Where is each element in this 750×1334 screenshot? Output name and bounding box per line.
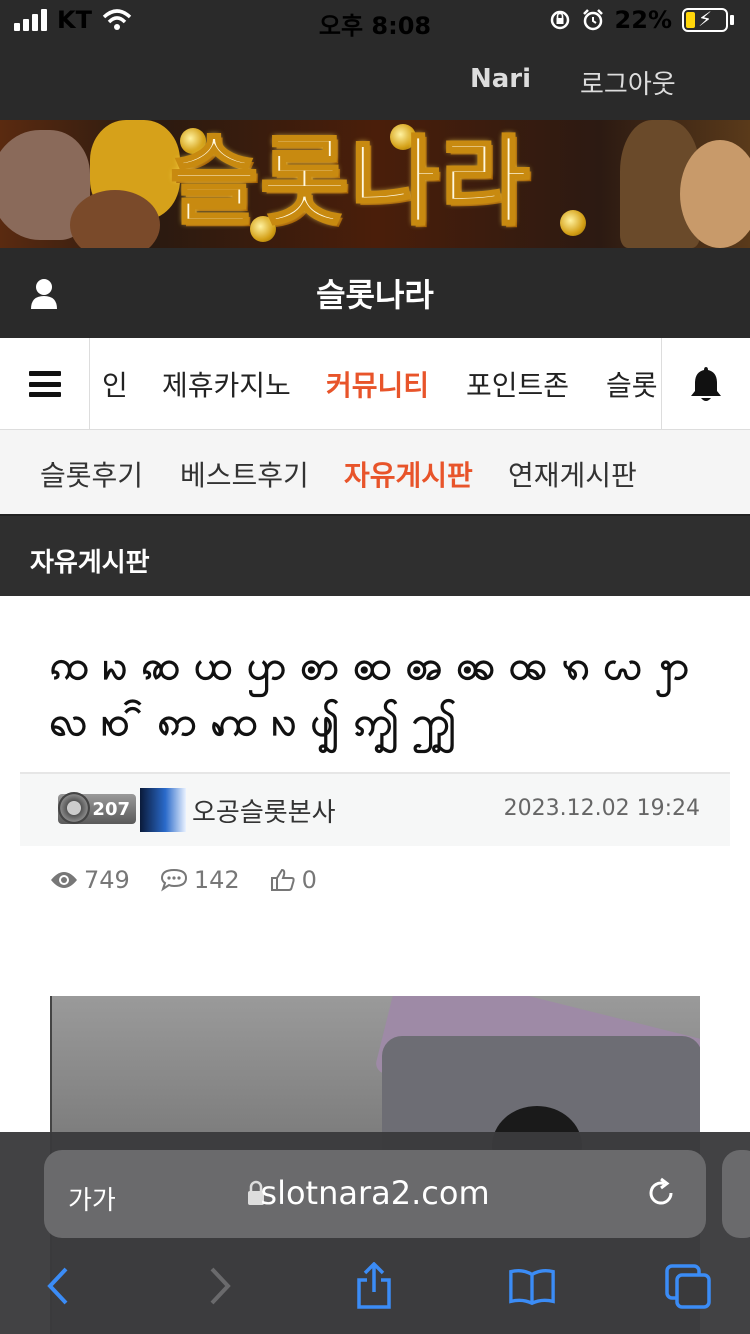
submenu-series-board[interactable]: 연재게시판 — [508, 454, 637, 494]
url-text[interactable]: slotnara2.com — [0, 1174, 750, 1212]
banner-image[interactable]: 슬롯나라 — [0, 120, 750, 248]
post-date: 2023.12.02 19:24 — [503, 796, 700, 821]
hamburger-icon — [28, 371, 61, 397]
post-title: ꩡ ꩢ ꩣ ꩤ ꩥ ꩦ ꩧ ꩨ ꩩ ꩪ ꩫ ꩬ ꩭ ꩮ ꩯ ꩰ ꩱ ꩲ ꩳ ꩴ … — [50, 643, 689, 745]
submenu-best-review[interactable]: 베스트후기 — [180, 454, 309, 494]
thumbs-up-icon — [270, 868, 295, 891]
comments-stat: 142 — [160, 866, 240, 894]
status-right: 22% ⚡ — [549, 6, 734, 34]
menu-item-partial[interactable]: 인 — [102, 364, 128, 404]
level-badge: 207 — [58, 792, 136, 824]
coin-icon — [560, 210, 586, 236]
share-button[interactable] — [350, 1262, 398, 1310]
avatar[interactable] — [140, 788, 186, 832]
likes-count: 0 — [301, 866, 317, 894]
bell-icon — [691, 367, 721, 401]
views-stat: 749 — [50, 866, 130, 894]
likes-stat: 0 — [270, 866, 317, 894]
battery-tip — [730, 15, 734, 25]
back-button[interactable] — [34, 1262, 82, 1310]
board-title: 자유게시판 — [30, 548, 150, 578]
chevron-left-icon — [47, 1267, 68, 1305]
battery-percent: 22% — [614, 6, 672, 34]
username-link[interactable]: Nari — [470, 64, 531, 94]
tabs-button[interactable] — [664, 1262, 712, 1310]
eye-icon — [51, 872, 77, 888]
author-name[interactable]: 오공슬롯본사 — [192, 792, 336, 829]
submenu-slot-review[interactable]: 슬롯후기 — [40, 454, 143, 494]
menu-item-partner-casino[interactable]: 제휴카지노 — [162, 364, 291, 404]
post-stats: 749 142 0 — [50, 866, 317, 894]
level-gear-icon — [58, 792, 90, 824]
tabs-icon — [665, 1264, 711, 1309]
battery-icon: ⚡ — [682, 7, 728, 32]
fortune-god-character — [680, 140, 750, 248]
comments-count: 142 — [193, 866, 240, 894]
level-number: 207 — [92, 798, 130, 820]
menu-item-community[interactable]: 커뮤니티 — [326, 364, 429, 404]
menu-item-slot[interactable]: 슬롯 — [606, 364, 658, 404]
site-title[interactable]: 슬롯나라 — [0, 270, 750, 316]
book-icon — [509, 1268, 555, 1306]
chevron-right-icon — [210, 1267, 231, 1305]
bookmarks-button[interactable] — [508, 1262, 556, 1310]
views-count: 749 — [84, 866, 130, 894]
share-icon — [357, 1262, 391, 1309]
reload-icon[interactable] — [644, 1176, 678, 1210]
menu-item-point-zone[interactable]: 포인트존 — [466, 364, 569, 404]
forward-button[interactable] — [196, 1262, 244, 1310]
main-menu-scroll[interactable]: 인 제휴카지노 커뮤니티 포인트존 슬롯 — [90, 338, 660, 430]
banner-title: 슬롯나라 — [168, 125, 532, 240]
hamburger-menu-button[interactable] — [0, 338, 90, 430]
rotation-lock-icon — [550, 10, 569, 30]
notification-button[interactable] — [661, 338, 750, 430]
comment-icon — [160, 868, 187, 892]
alarm-icon — [582, 9, 603, 31]
submenu-free-board[interactable]: 자유게시판 — [344, 454, 473, 494]
logout-link[interactable]: 로그아웃 — [580, 64, 676, 101]
